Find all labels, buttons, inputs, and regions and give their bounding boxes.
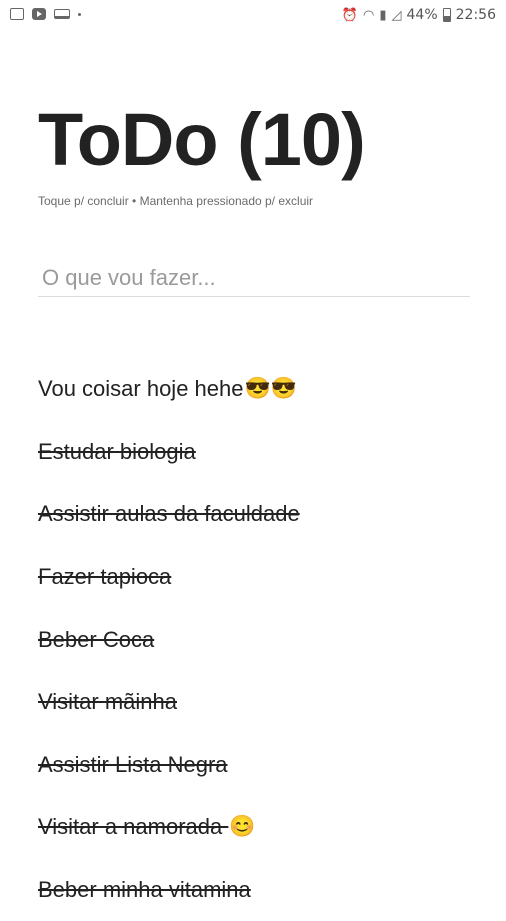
todo-item[interactable]: Visitar a namorada 😊 (38, 796, 478, 859)
alarm-icon: ⏰ (341, 7, 359, 23)
status-bar: ⏰ ◠ ▮ ◿ 44% 22:56 (0, 0, 506, 32)
todo-item-text: Visitar mãinha (38, 689, 177, 715)
todo-item-emoji: 😊 (229, 815, 256, 839)
todo-item[interactable]: Estudar biologia (38, 421, 478, 484)
todo-item[interactable]: Beber Coca (38, 608, 478, 671)
todo-item-text: Assistir aulas da faculdade (38, 501, 300, 527)
todo-item[interactable]: Assistir Lista Negra (38, 734, 478, 797)
battery-percent: 44% (406, 7, 438, 23)
laptop-icon (54, 9, 70, 19)
battery-icon (442, 8, 451, 22)
wifi-icon: ◠ (363, 7, 375, 23)
todo-item[interactable]: Fazer tapioca (38, 546, 478, 609)
todo-item-text: Fazer tapioca (38, 564, 172, 590)
image-icon (10, 8, 24, 20)
todo-item-text: Beber Coca (38, 626, 155, 652)
youtube-icon (32, 8, 46, 20)
signal-icon: ◿ (391, 7, 402, 23)
todo-item[interactable]: Assistir aulas da faculdade (38, 483, 478, 546)
todo-item-text: Vou coisar hoje hehe (38, 376, 244, 402)
new-todo-field (38, 262, 474, 297)
todo-item-emoji: 😎😎 (244, 377, 297, 401)
todo-item[interactable]: Vou coisar hoje hehe 😎😎 (38, 358, 478, 421)
sim-icon: ▮ (379, 7, 387, 23)
dot-icon (78, 12, 81, 16)
page-subtitle: Toque p/ concluir • Mantenha pressionado… (38, 194, 314, 208)
todo-item-text: Visitar a namorada (38, 814, 229, 840)
todo-item[interactable]: Beber minha vitamina (38, 859, 478, 921)
page-title: ToDo (10) (38, 98, 366, 181)
todo-item-text: Estudar biologia (38, 438, 196, 464)
new-todo-input[interactable] (38, 262, 474, 294)
todo-list: Vou coisar hoje hehe 😎😎 Estudar biologia As… (38, 358, 478, 921)
status-right-icons: ⏰ ◠ ▮ ◿ 44% 22:56 (342, 7, 496, 23)
todo-item-text: Beber minha vitamina (38, 877, 251, 903)
clock: 22:56 (455, 7, 496, 23)
todo-item[interactable]: Visitar mãinha (38, 671, 478, 734)
status-left-icons (10, 8, 81, 20)
todo-item-text: Assistir Lista Negra (38, 751, 228, 777)
